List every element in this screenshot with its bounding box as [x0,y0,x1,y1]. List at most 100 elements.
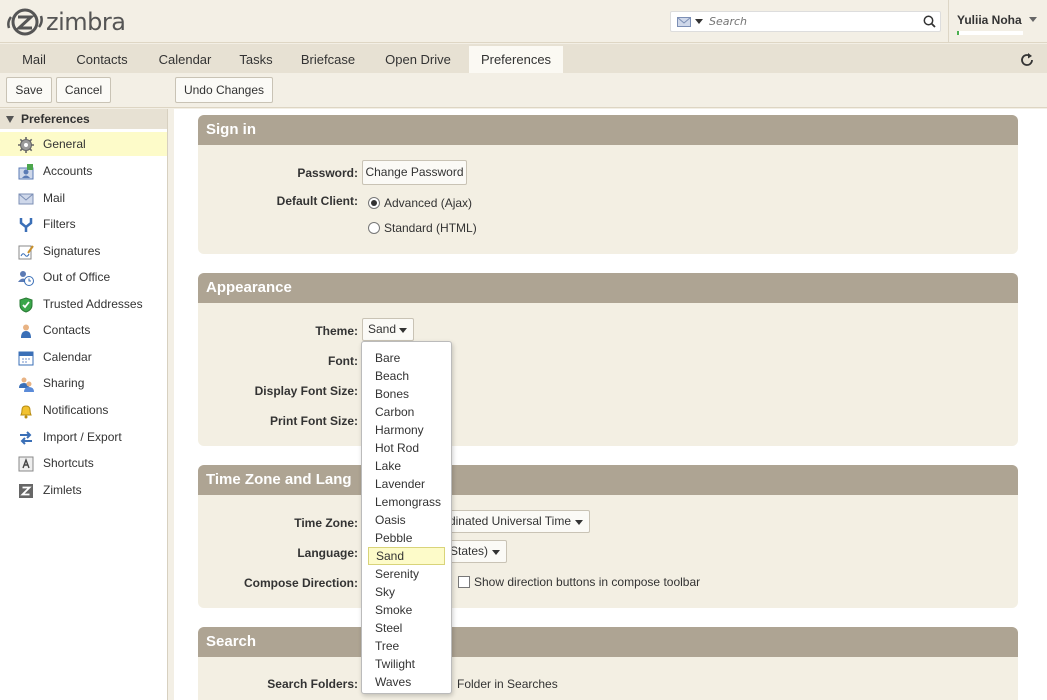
sidebar-item-contacts[interactable]: Contacts [0,318,167,342]
client-advanced-label: Advanced (Ajax) [384,196,473,210]
tab-tasks[interactable]: Tasks [232,46,280,73]
signin-section: Sign in Password: Change Password Defaul… [198,115,1018,254]
client-standard-radio[interactable]: Standard (HTML) [368,221,477,235]
search-input[interactable] [709,12,918,31]
search-scope-dropdown[interactable] [671,12,709,31]
mail-icon [677,16,691,27]
sidebar-item-shortcuts[interactable]: Shortcuts [0,451,167,475]
top-header: zimbra Yuliia Noha [0,0,1047,43]
sidebar-item-accounts[interactable]: Accounts [0,159,167,183]
theme-option-sky[interactable]: Sky [368,583,445,601]
compose-direction-option[interactable]: Show direction buttons in compose toolba… [458,575,700,589]
tab-calendar[interactable]: Calendar [150,46,220,73]
sidebar-item-mail[interactable]: Mail [0,186,167,210]
theme-option-twilight[interactable]: Twilight [368,655,445,673]
section-title: Search [198,627,1018,657]
sidebar-item-label: Notifications [43,403,109,417]
search-folders-label: Search Folders: [267,677,358,691]
theme-option-pebble[interactable]: Pebble [368,529,445,547]
search-box [670,11,941,32]
theme-option-bare[interactable]: Bare [368,349,445,367]
theme-option-sand[interactable]: Sand [368,547,445,565]
language-label: Language: [297,546,358,560]
contact-icon [21,324,31,338]
search-button[interactable] [918,15,940,28]
sidebar-item-calendar[interactable]: Calendar [0,345,167,369]
theme-option-hot-rod[interactable]: Hot Rod [368,439,445,457]
sidebar-item-filters[interactable]: Filters [0,212,167,236]
signature-icon [18,245,34,260]
sidebar-item-sharing[interactable]: Sharing [0,371,167,395]
theme-select[interactable]: Sand [362,318,414,341]
zimbra-logo-icon [7,8,43,36]
search-section: Search Search Folders: Folder in Searche… [198,627,1018,700]
tab-briefcase[interactable]: Briefcase [293,46,363,73]
sidebar-item-label: General [43,137,86,151]
sidebar-item-label: Out of Office [43,270,111,284]
undo-changes-button[interactable]: Undo Changes [175,77,273,103]
compose-direction-text: Show direction buttons in compose toolba… [474,575,701,589]
theme-option-beach[interactable]: Beach [368,367,445,385]
client-advanced-radio[interactable]: Advanced (Ajax) [368,196,472,210]
theme-option-bones[interactable]: Bones [368,385,445,403]
save-button[interactable]: Save [6,77,52,103]
import-export-icon [20,431,32,445]
theme-option-serenity[interactable]: Serenity [368,565,445,583]
preferences-content: Sign in Password: Change Password Defaul… [174,109,1047,700]
sidebar-item-out-of-office[interactable]: Out of Office [0,265,167,289]
sharing-icon [19,377,34,392]
sidebar-header[interactable]: Preferences [0,109,167,129]
theme-option-oasis[interactable]: Oasis [368,511,445,529]
search-folders-option[interactable]: Folder in Searches [457,677,558,691]
theme-option-tree[interactable]: Tree [368,637,445,655]
chevron-down-icon [1029,17,1037,22]
sidebar-item-notifications[interactable]: Notifications [0,398,167,422]
theme-option-lemongrass[interactable]: Lemongrass [368,493,445,511]
chevron-down-icon [695,19,703,24]
quota-bar [957,31,1023,35]
section-title: Appearance [198,273,1018,303]
sidebar-item-label: Trusted Addresses [43,297,143,311]
checkbox[interactable] [458,576,470,588]
sidebar-item-label: Sharing [43,376,85,390]
radio-button[interactable] [368,222,380,234]
theme-option-lavender[interactable]: Lavender [368,475,445,493]
theme-option-waves[interactable]: Waves [368,673,445,691]
bell-icon [20,405,32,419]
theme-dropdown-menu: Bare Beach Bones Carbon Harmony Hot Rod … [361,341,452,694]
tab-preferences[interactable]: Preferences [469,46,563,73]
tab-mail[interactable]: Mail [8,46,60,73]
theme-option-smoke[interactable]: Smoke [368,601,445,619]
cancel-button[interactable]: Cancel [56,77,111,103]
mail-icon [18,193,34,205]
sidebar-item-trusted-addresses[interactable]: Trusted Addresses [0,292,167,316]
sidebar-item-label: Import / Export [43,430,122,444]
radio-button[interactable] [368,197,380,209]
sidebar-item-signatures[interactable]: Signatures [0,239,167,263]
theme-option-lake[interactable]: Lake [368,457,445,475]
sidebar-item-import-export[interactable]: Import / Export [0,425,167,449]
refresh-icon[interactable] [1018,51,1036,69]
tab-open-drive[interactable]: Open Drive [376,46,460,73]
sidebar-item-label: Zimlets [43,483,82,497]
zimbra-logo[interactable]: zimbra [6,8,126,36]
filter-icon [19,218,33,232]
shield-icon [19,297,33,313]
calendar-icon [18,351,34,366]
theme-option-harmony[interactable]: Harmony [368,421,445,439]
theme-option-steel[interactable]: Steel [368,619,445,637]
change-password-button[interactable]: Change Password [362,160,467,185]
appearance-section: Appearance Theme: Sand Font: Display Fon… [198,273,1018,446]
sidebar-item-label: Contacts [43,323,91,337]
preferences-sidebar: Preferences General Accounts Mail Filter… [0,109,168,700]
search-icon [923,15,936,28]
tab-contacts[interactable]: Contacts [68,46,136,73]
password-label: Password: [297,166,358,180]
sidebar-item-zimlets[interactable]: Zimlets [0,478,167,502]
section-title: Time Zone and Lang [198,465,1018,495]
time-zone-label: Time Zone: [294,516,358,530]
theme-option-carbon[interactable]: Carbon [368,403,445,421]
sidebar-item-general[interactable]: General [0,132,167,156]
user-name: Yuliia Noha [957,13,1022,27]
user-menu[interactable]: Yuliia Noha [948,0,1037,43]
